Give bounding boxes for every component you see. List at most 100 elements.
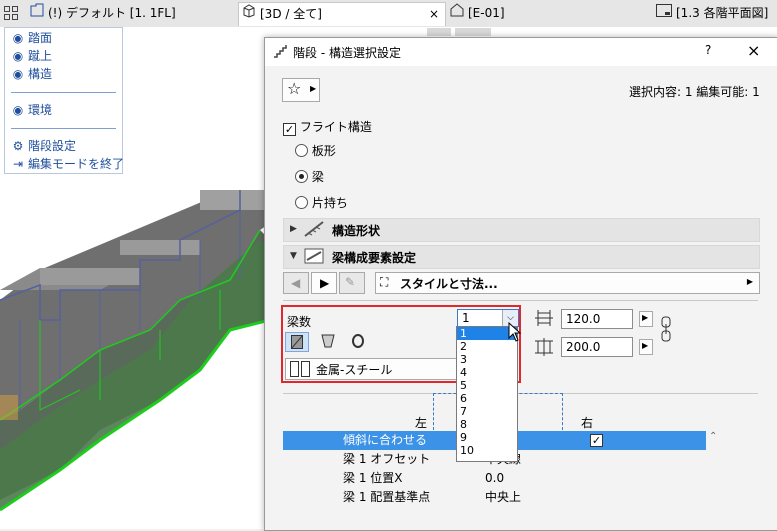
dropdown-option[interactable]: 6 xyxy=(457,392,517,405)
menu-item-tread[interactable]: ◉ 踏面 xyxy=(11,30,52,46)
arrow-right-icon: ▶ xyxy=(746,277,753,286)
checkbox-checked[interactable]: ✓ xyxy=(590,434,603,447)
row-name: 梁 1 オフセット xyxy=(343,452,431,466)
style-icon: ⛶ xyxy=(380,275,389,289)
menu-item-exit-edit-label: 編集モードを終了 xyxy=(28,157,125,171)
stair-edit-menu: ◉ 踏面 ◉ 蹴上 ◉ 構造 ◉ 環境 ⚙ 階段設定 ⇥ 編集モードを終了 xyxy=(4,27,124,174)
edit-icon: ✎ xyxy=(345,275,356,289)
star-icon: ☆ xyxy=(287,79,302,98)
menu-divider xyxy=(11,92,116,93)
height-value: 200.0 xyxy=(566,340,601,354)
row-name: 梁 1 位置X xyxy=(343,471,403,485)
menu-item-stair-settings-label: 階段設定 xyxy=(28,139,77,153)
tab-elevation[interactable]: [E-01] xyxy=(450,2,570,25)
menu-item-tread-label: 踏面 xyxy=(28,31,53,45)
eye-icon: ◉ xyxy=(12,49,24,63)
eye-icon: ◉ xyxy=(12,103,24,117)
arrow-right-icon: ▶ xyxy=(310,84,317,93)
divider xyxy=(283,300,758,301)
radio-beam[interactable]: 梁 xyxy=(295,168,324,185)
row-value: 0.0 xyxy=(485,471,505,485)
width-input[interactable]: 120.0 xyxy=(561,309,633,329)
menu-item-structure-label: 構造 xyxy=(28,67,53,81)
table-row[interactable]: 梁 1 配置基準点 中央上 xyxy=(283,488,706,507)
radio-plate[interactable]: 板形 xyxy=(295,142,336,159)
radio-button-selected xyxy=(295,170,308,183)
tab-elevation-label: [E-01] xyxy=(468,6,505,20)
menu-item-environment-label: 環境 xyxy=(28,103,53,117)
mouse-cursor-icon xyxy=(508,321,522,345)
left-label: 左 xyxy=(415,416,428,430)
floor-plan-icon xyxy=(30,2,44,25)
table-row[interactable]: 梁 1 位置X 0.0 xyxy=(283,469,706,488)
checkbox-checked: ✓ xyxy=(283,123,296,136)
height-arrow-button[interactable]: ▶ xyxy=(639,339,653,355)
dropdown-option[interactable]: 3 xyxy=(457,353,517,366)
dialog-title-bar: 階段 - 構造選択設定 ? × xyxy=(265,38,777,66)
row-name: 梁 1 配置基準点 xyxy=(343,490,431,504)
dropdown-option[interactable]: 10 xyxy=(457,444,517,457)
dialog-title: 階段 - 構造選択設定 xyxy=(293,46,401,60)
collapse-arrow-icon: ▼ xyxy=(290,251,297,261)
section-beam-elements[interactable]: ▼ 梁構成要素設定 xyxy=(283,245,760,269)
structure-shape-icon xyxy=(304,221,324,240)
eye-icon: ◉ xyxy=(12,67,24,81)
row-value: 中央上 xyxy=(485,490,522,504)
expand-arrow-icon: ▶ xyxy=(290,224,297,234)
edit-button[interactable]: ✎ xyxy=(339,272,365,294)
help-button[interactable]: ? xyxy=(705,43,711,57)
grid-icon[interactable] xyxy=(4,2,26,25)
arrow-right-icon: ▶ xyxy=(320,276,330,290)
tab-close-icon[interactable]: × xyxy=(429,3,439,26)
section-beam-elements-label: 梁構成要素設定 xyxy=(332,251,417,265)
width-arrow-button[interactable]: ▶ xyxy=(639,311,653,327)
favorites-button[interactable]: ☆ ▶ xyxy=(282,78,320,102)
tab-floor-plan-label: (!) デフォルト [1. 1FL] xyxy=(48,6,176,20)
tab-floor-plan[interactable]: (!) デフォルト [1. 1FL] xyxy=(30,2,230,25)
elevation-icon xyxy=(450,2,464,25)
section-structure-shape[interactable]: ▶ 構造形状 xyxy=(283,218,760,242)
radio-cantilever-label: 片持ち xyxy=(311,196,348,210)
stair-settings-icon: ⚙ xyxy=(12,139,24,153)
right-label: 右 xyxy=(581,416,594,430)
tab-layout-label: [1.3 各階平面図] xyxy=(676,6,769,20)
arrow-right-icon: ▶ xyxy=(642,341,649,350)
row-name: 傾斜に合わせる xyxy=(343,433,428,447)
menu-item-stair-settings[interactable]: ⚙ 階段設定 xyxy=(11,138,76,154)
link-chain-icon[interactable] xyxy=(661,316,671,345)
exit-icon: ⇥ xyxy=(12,157,24,171)
dropdown-option[interactable]: 9 xyxy=(457,431,517,444)
tab-3d-label: [3D / 全て] xyxy=(260,7,322,21)
dropdown-option[interactable]: 5 xyxy=(457,379,517,392)
dropdown-option[interactable]: 7 xyxy=(457,405,517,418)
tab-layout[interactable]: [1.3 各階平面図] xyxy=(656,2,777,25)
stair-icon xyxy=(273,44,287,61)
section-structure-shape-label: 構造形状 xyxy=(332,224,381,238)
tab-3d[interactable]: [3D / 全て] × xyxy=(238,2,446,26)
height-input[interactable]: 200.0 xyxy=(561,337,633,357)
tab-bar: (!) デフォルト [1. 1FL] [3D / 全て] × [E-01] [1… xyxy=(0,0,777,28)
menu-item-riser[interactable]: ◉ 蹴上 xyxy=(11,48,52,64)
radio-plate-label: 板形 xyxy=(311,144,336,158)
flight-structure-checkbox[interactable]: ✓ フライト構造 xyxy=(283,118,372,136)
style-dimension-button[interactable]: ⛶ スタイルと寸法... ▶ xyxy=(375,272,760,294)
menu-divider xyxy=(11,128,116,129)
arrow-right-icon: ▶ xyxy=(642,313,649,322)
radio-cantilever[interactable]: 片持ち xyxy=(295,194,348,211)
width-icon xyxy=(535,310,553,329)
radio-beam-label: 梁 xyxy=(311,170,324,184)
style-dimension-label: スタイルと寸法... xyxy=(400,277,498,291)
menu-item-exit-edit[interactable]: ⇥ 編集モードを終了 xyxy=(11,156,124,172)
menu-item-riser-label: 蹴上 xyxy=(28,49,53,63)
beam-count-dropdown-list[interactable]: 1 2 3 4 5 6 7 8 9 10 xyxy=(456,326,518,462)
dropdown-option[interactable]: 8 xyxy=(457,418,517,431)
dropdown-option[interactable]: 4 xyxy=(457,366,517,379)
scroll-up-icon[interactable]: ⌃ xyxy=(709,431,717,442)
close-button[interactable]: × xyxy=(747,41,760,60)
next-button[interactable]: ▶ xyxy=(311,272,337,294)
menu-item-environment[interactable]: ◉ 環境 xyxy=(11,102,52,118)
prev-button[interactable]: ◀ xyxy=(283,272,309,294)
beam-elements-icon xyxy=(304,248,324,267)
menu-item-structure[interactable]: ◉ 構造 xyxy=(11,66,52,82)
radio-button xyxy=(295,144,308,157)
